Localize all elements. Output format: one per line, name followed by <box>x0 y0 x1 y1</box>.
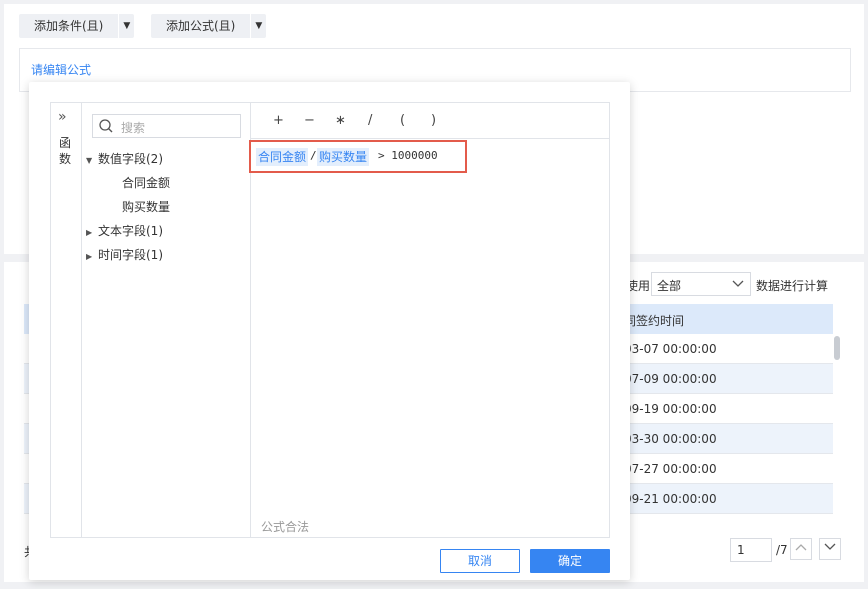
tree-group-label: 文本字段(1) <box>98 224 163 238</box>
cancel-button[interactable]: 取消 <box>440 549 520 573</box>
formula-dialog: » 函数 搜索 ▼ 数值字段(2) 合同金额 购买数量 ▶ 文本字段(1) ▶ 时间字… <box>29 82 630 580</box>
field-search[interactable]: 搜索 <box>92 114 241 138</box>
formula-operator-token: / <box>310 149 317 162</box>
prev-page-button[interactable] <box>790 538 812 560</box>
operator-toolbar: + − ∗ / ( ) <box>251 103 609 139</box>
search-placeholder: 搜索 <box>121 121 146 135</box>
page-total: /7 <box>776 543 788 557</box>
chevron-up-icon <box>795 544 807 551</box>
chevron-down-icon <box>824 543 836 550</box>
divide-operator-button[interactable]: / <box>368 113 372 128</box>
confirm-button[interactable]: 确定 <box>530 549 610 573</box>
tree-group-time[interactable]: ▶ 时间字段(1) <box>86 246 163 263</box>
formula-condition-text: > 1000000 <box>378 149 438 162</box>
add-condition-button[interactable]: 添加条件(且) <box>19 14 118 38</box>
tree-group-label: 时间字段(1) <box>98 248 163 262</box>
formula-field-token[interactable]: 购买数量 <box>317 148 370 166</box>
tree-group-text[interactable]: ▶ 文本字段(1) <box>86 222 163 239</box>
double-chevron-right-icon[interactable]: » <box>58 109 67 125</box>
add-condition-button-group: 添加条件(且) ▼ <box>19 14 135 38</box>
formula-editor: » 函数 搜索 ▼ 数值字段(2) 合同金额 购买数量 ▶ 文本字段(1) ▶ 时间字… <box>50 102 610 538</box>
plus-operator-button[interactable]: + <box>273 113 284 128</box>
function-panel-toggle[interactable]: » 函数 <box>51 103 82 537</box>
tree-item-contract-amount[interactable]: 合同金额 <box>122 174 170 191</box>
minus-operator-button[interactable]: − <box>304 113 315 128</box>
table-cell: 03-07 00:00:00 <box>624 342 717 356</box>
data-scope-value: 全部 <box>657 279 682 293</box>
add-condition-dropdown-icon[interactable]: ▼ <box>118 14 134 38</box>
functions-label[interactable]: 函数 <box>59 135 73 167</box>
formula-code-area[interactable]: 合同金额 / 购买数量 > 1000000 公式合法 <box>249 140 609 537</box>
tree-item-purchase-quantity[interactable]: 购买数量 <box>122 198 170 215</box>
formula-field-token[interactable]: 合同金额 <box>256 148 309 166</box>
field-tree-panel: 搜索 ▼ 数值字段(2) 合同金额 购买数量 ▶ 文本字段(1) ▶ 时间字段(1) <box>82 103 251 537</box>
tree-group-numeric[interactable]: ▼ 数值字段(2) <box>86 150 163 167</box>
add-formula-button-group: 添加公式(且) ▼ <box>151 14 267 38</box>
add-formula-button[interactable]: 添加公式(且) <box>151 14 250 38</box>
tree-group-label: 数值字段(2) <box>98 152 163 166</box>
scrollbar-thumb[interactable] <box>834 336 840 360</box>
table-cell: 09-19 00:00:00 <box>624 402 717 416</box>
caret-down-icon[interactable]: ▼ <box>86 156 98 165</box>
left-paren-button[interactable]: ( <box>400 113 405 128</box>
add-formula-dropdown-icon[interactable]: ▼ <box>250 14 266 38</box>
calc-suffix-label: 数据进行计算 <box>756 279 829 293</box>
caret-right-icon[interactable]: ▶ <box>86 228 98 237</box>
table-cell: 07-09 00:00:00 <box>624 372 717 386</box>
multiply-operator-button[interactable]: ∗ <box>335 113 346 128</box>
table-scrollbar[interactable] <box>833 334 841 514</box>
table-cell: 07-27 00:00:00 <box>624 462 717 476</box>
right-paren-button[interactable]: ) <box>431 113 436 128</box>
table-cell: 09-21 00:00:00 <box>624 492 717 506</box>
formula-edit-link[interactable]: 请编辑公式 <box>31 61 91 78</box>
caret-right-icon[interactable]: ▶ <box>86 252 98 261</box>
formula-status: 公式合法 <box>261 520 310 534</box>
column-header-sign-time: 同签约时间 <box>624 314 685 328</box>
search-icon <box>98 118 114 137</box>
table-cell: 03-30 00:00:00 <box>624 432 717 446</box>
next-page-button[interactable] <box>819 538 841 560</box>
chevron-down-icon <box>732 276 744 293</box>
data-scope-select[interactable]: 全部 <box>651 272 751 296</box>
page-number-input[interactable]: 1 <box>730 538 772 562</box>
